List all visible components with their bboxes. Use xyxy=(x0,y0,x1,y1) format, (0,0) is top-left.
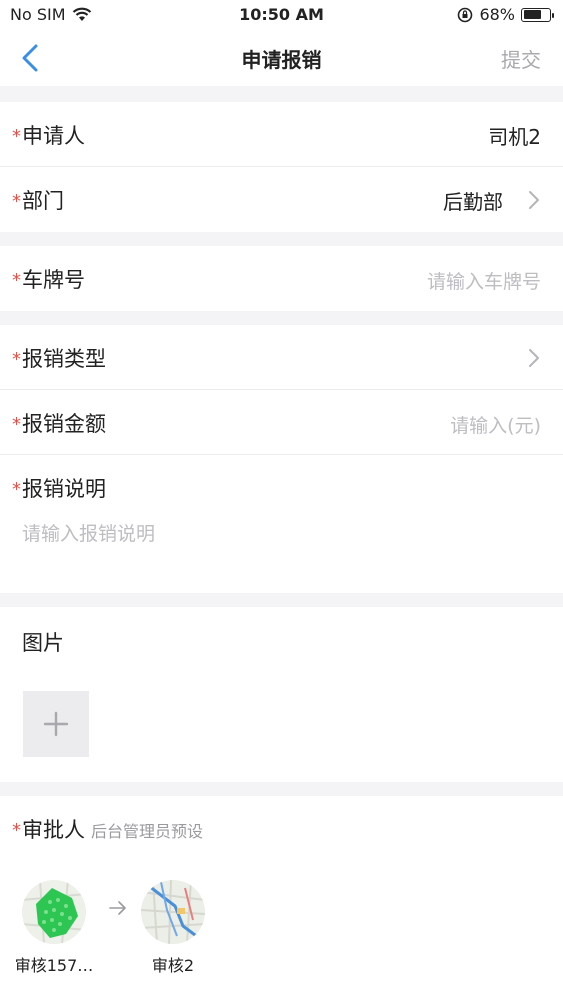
amount-row: *报销金额 请输入(元) xyxy=(0,390,563,455)
reimbursement-section: *报销类型 *报销金额 请输入(元) *报销说明 请输入报销说明 xyxy=(0,325,563,593)
plate-section: *车牌号 请输入车牌号 xyxy=(0,246,563,311)
submit-button[interactable]: 提交 xyxy=(501,44,541,73)
department-value: 后勤部 xyxy=(443,190,503,214)
type-row[interactable]: *报销类型 xyxy=(0,325,563,390)
approvers-section: *审批人 后台管理员预设 审核157… 审核2 xyxy=(0,796,563,1000)
avatar[interactable] xyxy=(22,880,86,944)
plate-input[interactable]: 请输入车牌号 xyxy=(427,267,541,294)
description-row: *报销说明 请输入报销说明 xyxy=(0,455,563,593)
arrow-right-icon xyxy=(109,901,126,915)
battery-icon xyxy=(521,7,554,22)
required-star: * xyxy=(12,414,21,435)
plate-row[interactable]: *车牌号 请输入车牌号 xyxy=(0,246,563,311)
add-image-button[interactable] xyxy=(23,691,89,757)
applicant-section: *申请人 司机2 *部门 后勤部 xyxy=(0,102,563,232)
approver-name: 审核157… xyxy=(14,956,94,975)
amount-input[interactable]: 请输入(元) xyxy=(450,411,541,438)
required-star: * xyxy=(12,126,21,147)
approver-name: 审核2 xyxy=(151,956,195,975)
page-title: 申请报销 xyxy=(241,48,322,72)
department-label: 部门 xyxy=(22,189,64,213)
battery-level xyxy=(523,10,541,19)
description-textarea[interactable]: 请输入报销说明 xyxy=(22,519,155,546)
applicant-row: *申请人 司机2 xyxy=(0,102,563,167)
battery-percent: 68% xyxy=(479,5,515,24)
orientation-lock-icon xyxy=(458,7,473,22)
applicant-value: 司机2 xyxy=(488,125,541,149)
nav-bar: 申请报销 提交 xyxy=(0,30,563,86)
required-star: * xyxy=(12,479,21,500)
chevron-right-icon xyxy=(529,349,539,367)
approvers-hint: 后台管理员预设 xyxy=(91,822,204,841)
status-bar: No SIM 10:50 AM 68% xyxy=(0,0,563,30)
avatar[interactable] xyxy=(141,880,205,944)
department-row[interactable]: *部门 后勤部 xyxy=(0,167,563,232)
images-title: 图片 xyxy=(22,631,64,655)
applicant-label: 申请人 xyxy=(22,124,85,148)
amount-label: 报销金额 xyxy=(22,412,106,436)
images-section: 图片 xyxy=(0,607,563,782)
chevron-right-icon xyxy=(529,191,539,209)
required-star: * xyxy=(12,191,21,212)
required-star: * xyxy=(12,270,21,291)
plate-label: 车牌号 xyxy=(22,268,85,292)
type-label: 报销类型 xyxy=(22,347,106,371)
description-label: 报销说明 xyxy=(22,477,106,501)
map-avatar-image xyxy=(141,880,205,944)
plus-icon xyxy=(43,711,69,737)
approvers-label: 审批人 xyxy=(22,818,85,842)
required-star: * xyxy=(12,820,21,841)
required-star: * xyxy=(12,349,21,370)
map-avatar-image xyxy=(22,880,86,944)
